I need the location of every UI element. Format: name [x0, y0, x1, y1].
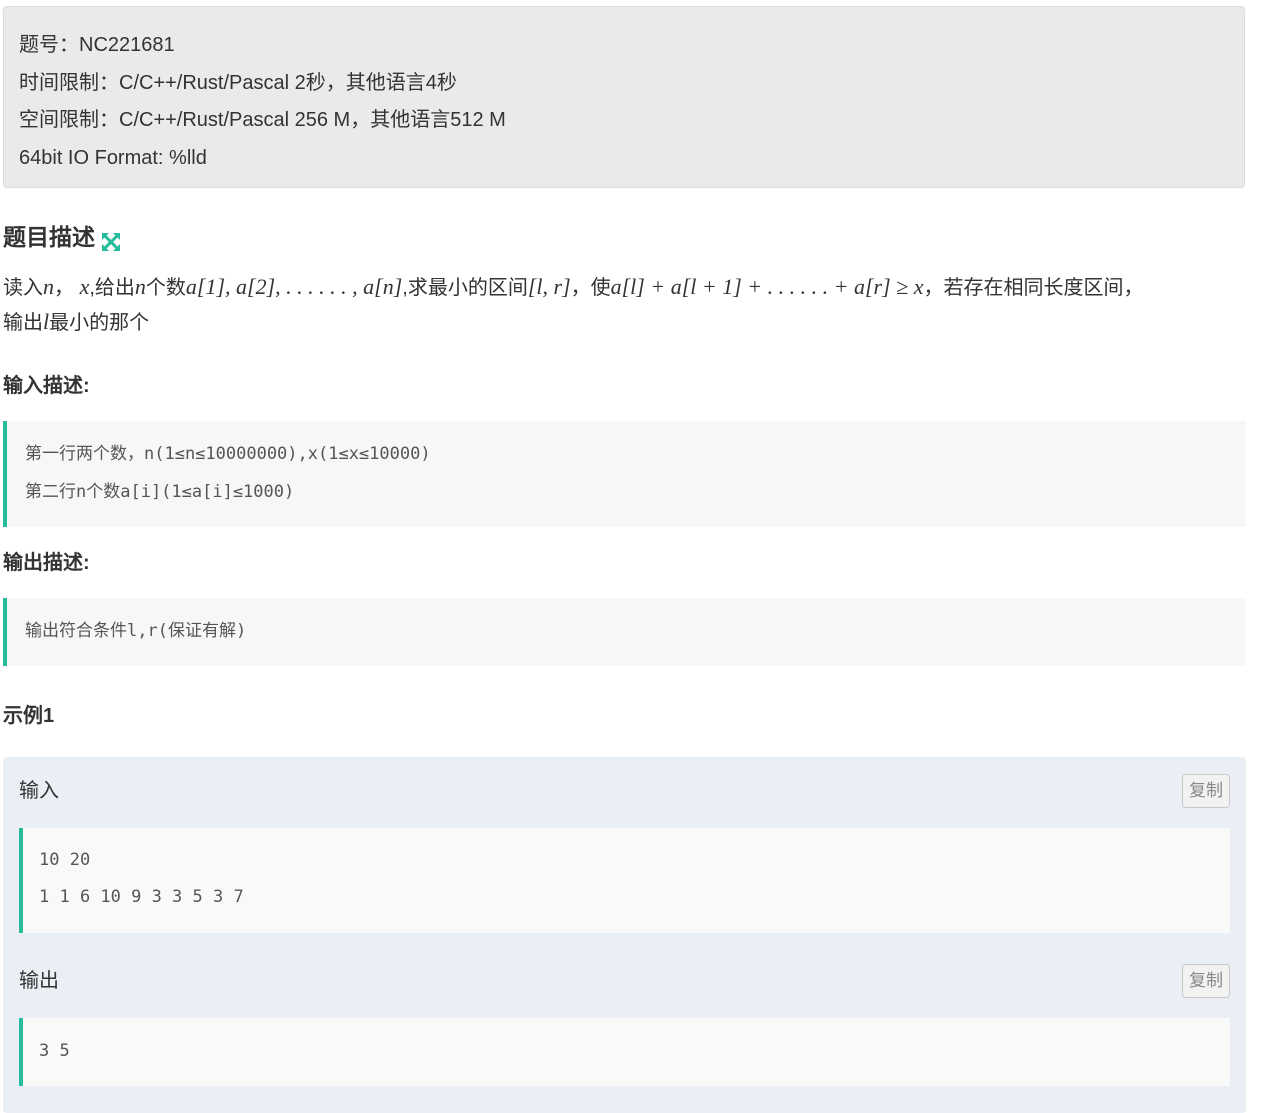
description-title: 题目描述 [3, 224, 95, 250]
output-desc-line: 输出符合条件l,r(保证有解) [25, 621, 247, 641]
output-desc-block: 输出符合条件l,r(保证有解) [3, 598, 1246, 666]
example-output-block: 3 5 [19, 1018, 1230, 1086]
desc-math: n [134, 274, 146, 299]
example-input-line: 1 1 6 10 9 3 3 5 3 7 [39, 887, 244, 907]
description-line-2: 输出l最小的那个 [3, 305, 1253, 340]
output-desc-title: 输出描述: [3, 552, 90, 574]
desc-math: [l, r] [527, 274, 571, 299]
desc-text: ， [54, 277, 80, 299]
desc-math: a[l] + a[l + 1] + . . . . . . + a[r] ≥ x [610, 274, 924, 299]
io-format: 64bit IO Format: %lld [19, 146, 207, 169]
description-body: 读入n， x,给出n个数a[1], a[2], . . . . . . , a[… [3, 270, 1253, 340]
input-desc-line: 第二行n个数a[i](1≤a[i]≤1000) [25, 482, 295, 502]
problem-id: 题号：NC221681 [19, 34, 175, 56]
desc-text: 个数 [145, 277, 186, 299]
desc-math: x [79, 274, 90, 299]
example-input-label: 输入 [19, 780, 59, 802]
desc-text: 最小的那个 [49, 312, 150, 334]
example-title: 示例1 [3, 705, 55, 727]
input-desc-title: 输入描述: [3, 375, 90, 397]
copy-output-button[interactable]: 复制 [1182, 964, 1230, 998]
desc-text: 读入 [3, 277, 43, 299]
input-desc-block: 第一行两个数，n(1≤n≤10000000),x(1≤x≤10000) 第二行n… [3, 421, 1246, 527]
desc-text: ，若存在相同长度区间， [923, 277, 1144, 299]
desc-math: a[1], a[2], . . . . . . , a[n] [185, 274, 403, 299]
problem-page: 题号：NC221681 时间限制：C/C++/Rust/Pascal 2秒，其他… [0, 0, 1263, 1113]
example-output-label: 输出 [19, 970, 59, 992]
desc-text: ,给出 [89, 277, 135, 299]
example-output-line: 3 5 [39, 1041, 70, 1061]
expand-icon[interactable] [101, 228, 121, 251]
example-box: 输入 复制 10 20 1 1 6 10 9 3 3 5 3 7 输出 复制 3… [3, 757, 1246, 1113]
description-line-1: 读入n， x,给出n个数a[1], a[2], . . . . . . , a[… [3, 270, 1253, 305]
desc-text: 输出 [3, 312, 43, 334]
copy-input-button[interactable]: 复制 [1182, 774, 1230, 808]
desc-text: ，使 [570, 277, 611, 299]
desc-text: ,求最小的区间 [402, 277, 528, 299]
description-heading: 题目描述 [3, 221, 121, 253]
space-limit: 空间限制：C/C++/Rust/Pascal 256 M，其他语言512 M [19, 109, 506, 131]
example-input-block: 10 20 1 1 6 10 9 3 3 5 3 7 [19, 828, 1230, 933]
desc-math: n [43, 274, 54, 299]
example-input-line: 10 20 [39, 850, 91, 870]
time-limit: 时间限制：C/C++/Rust/Pascal 2秒，其他语言4秒 [19, 71, 457, 94]
problem-meta-box: 题号：NC221681 时间限制：C/C++/Rust/Pascal 2秒，其他… [3, 6, 1245, 188]
input-desc-line: 第一行两个数，n(1≤n≤10000000),x(1≤x≤10000) [25, 444, 431, 464]
